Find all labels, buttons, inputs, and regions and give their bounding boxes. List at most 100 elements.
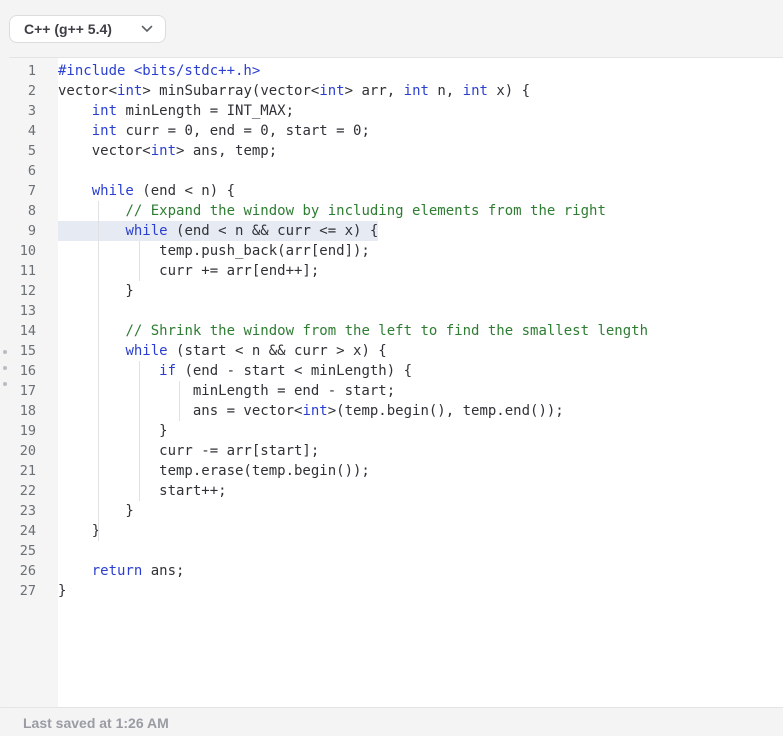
keyword-token: int — [319, 83, 345, 99]
code-line[interactable]: 2 vector<int> minSubarray(vector<int> arr… — [9, 81, 783, 101]
code-token: >(temp.begin(), temp.end()); — [327, 403, 564, 419]
line-number: 15 — [19, 343, 36, 359]
code-token: vector< — [58, 143, 151, 159]
code-line[interactable]: 11 curr += arr[end++]; — [9, 261, 783, 281]
code-line[interactable]: 4 int curr = 0, end = 0, start = 0; — [9, 121, 783, 141]
code-text: } — [58, 281, 133, 301]
line-number: 22 — [19, 483, 36, 499]
comment-token: // Shrink the window from the left to fi… — [125, 323, 649, 339]
code-token: } — [58, 423, 168, 439]
code-text: vector<int> minSubarray(vector<int> arr,… — [58, 81, 530, 101]
line-number: 25 — [19, 543, 36, 559]
code-token: ans = vector< — [58, 403, 303, 419]
fold-marker-icon[interactable] — [3, 366, 7, 370]
keyword-token: int — [403, 83, 429, 99]
code-line[interactable]: 13 — [9, 301, 783, 321]
code-line[interactable]: 21 temp.erase(temp.begin()); — [9, 461, 783, 481]
code-token: curr = 0, end = 0, start = 0; — [117, 123, 370, 139]
code-text: } — [58, 421, 168, 441]
code-text: while (end < n && curr <= x) { — [58, 221, 379, 241]
indent-guide — [139, 241, 140, 281]
line-number: 17 — [19, 383, 36, 399]
code-line[interactable]: 8 // Expand the window by including elem… — [9, 201, 783, 221]
keyword-token: while — [125, 343, 168, 359]
code-line[interactable]: 26 return ans; — [9, 561, 783, 581]
code-line[interactable]: 12 } — [9, 281, 783, 301]
line-number: 26 — [19, 563, 36, 579]
line-number: 10 — [19, 243, 36, 259]
indent-guide — [139, 361, 140, 501]
line-number: 23 — [19, 503, 36, 519]
code-line[interactable]: 20 curr -= arr[start]; — [9, 441, 783, 461]
code-line[interactable]: 18 ans = vector<int>(temp.begin(), temp.… — [9, 401, 783, 421]
code-token: temp.erase(temp.begin()); — [58, 463, 370, 479]
language-selector[interactable]: C++ (g++ 5.4) — [9, 15, 166, 43]
code-line[interactable]: 24 } — [9, 521, 783, 541]
keyword-token: if — [159, 363, 177, 379]
indent-guide — [98, 201, 99, 541]
code-line[interactable]: 16 if (end - start < minLength) { — [9, 361, 783, 381]
code-token: (end < n) { — [133, 183, 236, 199]
keyword-token: int — [91, 123, 118, 139]
code-text: // Shrink the window from the left to fi… — [58, 321, 648, 341]
code-token: n, — [428, 83, 463, 99]
code-line[interactable]: 27} — [9, 581, 783, 601]
code-line[interactable]: 3 int minLength = INT_MAX; — [9, 101, 783, 121]
code-text: minLength = end - start; — [58, 381, 395, 401]
line-number: 27 — [19, 583, 36, 599]
code-text: } — [58, 581, 66, 601]
code-lines[interactable]: 1 #include <bits/stdc++.h> 2 vector<int> mi… — [9, 61, 783, 601]
line-number: 3 — [27, 103, 36, 119]
line-number: 20 — [19, 443, 36, 459]
code-token: temp.push_back(arr[end]); — [58, 243, 370, 259]
code-token: ans; — [142, 563, 185, 579]
code-text: int minLength = INT_MAX; — [58, 101, 294, 121]
code-line[interactable]: 15 while (start < n && curr > x) { — [9, 341, 783, 361]
code-text: while (end < n) { — [58, 181, 235, 201]
code-token: } — [58, 503, 134, 519]
code-line[interactable]: 22 start++; — [9, 481, 783, 501]
code-token: minLength = end - start; — [58, 383, 396, 399]
fold-marker-icon[interactable] — [3, 382, 7, 386]
line-number: 19 — [19, 423, 36, 439]
code-token: (end - start < minLength) { — [176, 363, 413, 379]
line-number: 11 — [19, 263, 36, 279]
code-line[interactable]: 14 // Shrink the window from the left to… — [9, 321, 783, 341]
language-selector-label: C++ (g++ 5.4) — [24, 21, 112, 37]
code-line[interactable]: 7 while (end < n) { — [9, 181, 783, 201]
comment-token: // Expand the window by including elemen… — [125, 203, 606, 219]
code-token: > ans, temp; — [176, 143, 278, 159]
line-number: 7 — [27, 183, 36, 199]
line-number: 18 — [19, 403, 36, 419]
code-token: minLength = INT_MAX; — [117, 103, 295, 119]
code-line[interactable]: 10 temp.push_back(arr[end]); — [9, 241, 783, 261]
line-number: 8 — [27, 203, 36, 219]
code-text: start++; — [58, 481, 226, 501]
line-number: 21 — [19, 463, 36, 479]
code-line[interactable]: 23 } — [9, 501, 783, 521]
line-number: 2 — [27, 83, 36, 99]
code-editor[interactable]: 1 #include <bits/stdc++.h> 2 vector<int> mi… — [3, 57, 783, 708]
code-line[interactable]: 5 vector<int> ans, temp; — [9, 141, 783, 161]
code-line[interactable]: 17 minLength = end - start; — [9, 381, 783, 401]
code-line[interactable]: 6 — [9, 161, 783, 181]
indent-guide — [179, 381, 180, 421]
fold-marker-icon[interactable] — [3, 350, 7, 354]
code-line[interactable]: 19 } — [9, 421, 783, 441]
code-token: } — [58, 583, 67, 599]
code-text: } — [58, 521, 100, 541]
code-line-active[interactable]: 9 while (end < n && curr <= x) { — [9, 221, 783, 241]
code-text: while (start < n && curr > x) { — [58, 341, 386, 361]
line-number: 9 — [27, 223, 36, 239]
code-line[interactable]: 25 — [9, 541, 783, 561]
code-token: x) { — [487, 83, 531, 99]
code-line[interactable]: 1 #include <bits/stdc++.h> — [9, 61, 783, 81]
status-bar: Last saved at 1:26 AM — [0, 707, 783, 736]
code-text: return ans; — [58, 561, 185, 581]
